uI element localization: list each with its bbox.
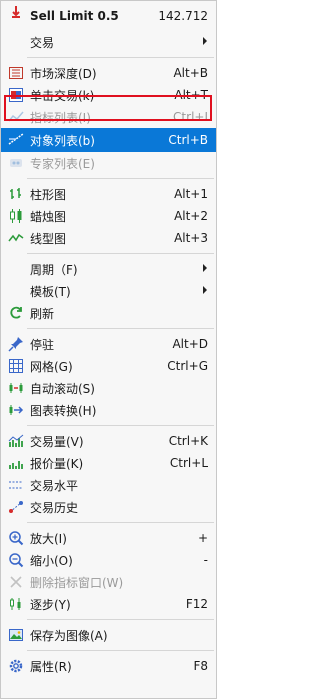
gear-icon <box>8 658 24 674</box>
menu-item-experts-list[interactable]: 专家列表(E) <box>1 152 216 174</box>
zoom-in-icon <box>8 530 24 546</box>
menu-item-refresh[interactable]: 刷新 <box>1 302 216 324</box>
menu-item-properties[interactable]: 属性(R) F8 <box>1 655 216 677</box>
bar-chart-icon <box>8 186 24 202</box>
submenu-arrow-icon <box>203 264 207 272</box>
separator <box>27 253 214 254</box>
volumes-icon <box>8 433 24 449</box>
candlestick-icon <box>8 208 24 224</box>
menu-item-templates[interactable]: 模板(T) <box>1 280 216 302</box>
highlight-outline <box>4 95 212 121</box>
order-label: Sell Limit 0.5 <box>30 9 119 23</box>
menu-item-market-depth[interactable]: 市场深度(D) Alt+B <box>1 62 216 84</box>
menu-item-grid[interactable]: 网格(G) Ctrl+G <box>1 355 216 377</box>
separator <box>27 619 214 620</box>
menu-header-order[interactable]: Sell Limit 0.5 142.712 <box>1 1 216 31</box>
experts-icon <box>8 155 24 171</box>
refresh-icon <box>8 305 24 321</box>
menu-item-objects-list[interactable]: 对象列表(b) Ctrl+B <box>1 128 216 152</box>
menu-item-candlestick-chart[interactable]: 蜡烛图 Alt+2 <box>1 205 216 227</box>
objects-list-icon <box>8 131 24 147</box>
menu-item-auto-scroll[interactable]: 自动滚动(S) <box>1 377 216 399</box>
menu-item-trade-levels[interactable]: 交易水平 <box>1 474 216 496</box>
menu-item-step[interactable]: 逐步(Y) F12 <box>1 593 216 615</box>
step-icon <box>8 596 24 612</box>
separator <box>27 650 214 651</box>
menu-item-chart-shift[interactable]: 图表转换(H) <box>1 399 216 421</box>
menu-item-line-chart[interactable]: 线型图 Alt+3 <box>1 227 216 249</box>
menu-item-delete-indicator-window[interactable]: 删除指标窗口(W) <box>1 571 216 593</box>
context-menu: Sell Limit 0.5 142.712 交易 市场深度(D) Alt+B … <box>0 0 217 699</box>
menu-item-zoom-in[interactable]: 放大(I) + <box>1 527 216 549</box>
sell-order-icon <box>8 4 24 20</box>
submenu-arrow-icon <box>203 37 207 45</box>
menu-item-timeframes[interactable]: 周期（F) <box>1 258 216 280</box>
menu-item-volumes[interactable]: 交易量(V) Ctrl+K <box>1 430 216 452</box>
chart-shift-icon <box>8 402 24 418</box>
menu-item-zoom-out[interactable]: 缩小(O) - <box>1 549 216 571</box>
separator <box>27 328 214 329</box>
trade-history-icon <box>8 499 24 515</box>
menu-item-dock[interactable]: 停驻 Alt+D <box>1 333 216 355</box>
separator <box>27 425 214 426</box>
zoom-out-icon <box>8 552 24 568</box>
submenu-arrow-icon <box>203 286 207 294</box>
separator <box>27 522 214 523</box>
menu-item-tick-volumes[interactable]: 报价量(K) Ctrl+L <box>1 452 216 474</box>
menu-item-trade[interactable]: 交易 <box>1 31 216 53</box>
order-price: 142.712 <box>158 9 208 23</box>
pin-icon <box>8 336 24 352</box>
picture-icon <box>8 627 24 643</box>
menu-item-save-as-picture[interactable]: 保存为图像(A) <box>1 624 216 646</box>
close-icon <box>8 574 24 590</box>
separator <box>27 57 214 58</box>
market-depth-icon <box>8 65 24 81</box>
menu-item-trade-history[interactable]: 交易历史 <box>1 496 216 518</box>
line-chart-icon <box>8 230 24 246</box>
tick-volumes-icon <box>8 455 24 471</box>
auto-scroll-icon <box>8 380 24 396</box>
grid-icon <box>8 358 24 374</box>
trade-levels-icon <box>8 477 24 493</box>
menu-item-bar-chart[interactable]: 柱形图 Alt+1 <box>1 183 216 205</box>
separator <box>27 178 214 179</box>
